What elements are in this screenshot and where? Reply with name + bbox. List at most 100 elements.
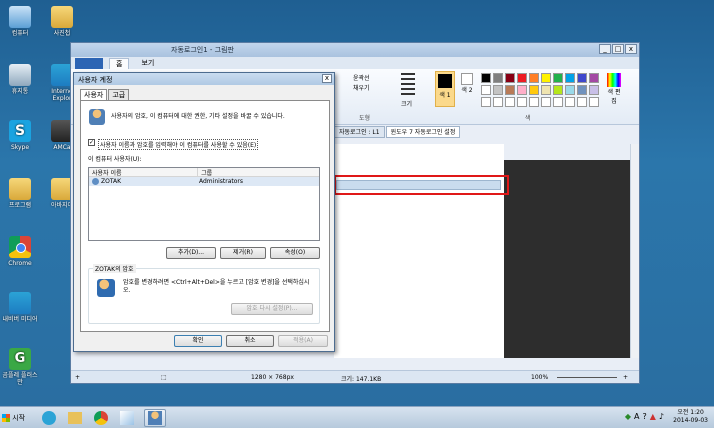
color-swatch[interactable] xyxy=(505,97,515,107)
color-swatch[interactable] xyxy=(577,85,587,95)
internet-explorer-icon xyxy=(42,411,56,425)
red-highlight-box xyxy=(334,175,509,195)
color-swatch[interactable] xyxy=(505,73,515,83)
dialog-titlebar[interactable]: 사용자 계정 x xyxy=(74,73,334,85)
color-swatch[interactable] xyxy=(553,97,563,107)
desktop-icon-label: Chrome xyxy=(8,260,32,267)
color-swatch[interactable] xyxy=(577,97,587,107)
edit-colors-button[interactable]: 색 편집 xyxy=(605,73,623,107)
properties-button[interactable]: 속성(O) xyxy=(270,247,320,259)
start-button[interactable]: 시작 xyxy=(2,410,30,426)
size-icon[interactable] xyxy=(401,73,415,95)
window-controls: _ □ x xyxy=(599,44,637,54)
zoom-in-icon[interactable]: + xyxy=(623,374,628,381)
desktop-icon-programs[interactable]: 프로그램 xyxy=(0,178,40,209)
color-swatch[interactable] xyxy=(493,97,503,107)
color-swatch[interactable] xyxy=(565,97,575,107)
color2-button[interactable]: 색 2 xyxy=(459,73,475,107)
color-swatch[interactable] xyxy=(541,73,551,83)
desktop-icon-photos[interactable]: 사진첩 xyxy=(42,6,82,37)
chrome-icon xyxy=(94,411,108,425)
color-swatch[interactable] xyxy=(541,97,551,107)
color-swatch[interactable] xyxy=(481,97,491,107)
network-icon[interactable]: ◆ xyxy=(625,412,631,421)
reset-password-button[interactable]: 암호 다시 설정(P)... xyxy=(231,303,313,315)
color1-button[interactable]: 색 1 xyxy=(435,71,455,107)
system-tray: ◆ A ? ▲ ♪ xyxy=(625,412,664,421)
desktop-icon-recycle-bin[interactable]: 휴지통 xyxy=(0,64,40,95)
skype-icon: S xyxy=(9,120,31,142)
desktop-icon-gom[interactable]: G 곰플레 플러스만 xyxy=(0,348,40,386)
screenshot-browser-tabs: 자동로그인 : L1 윈도우 7 자동로그인 설정 xyxy=(334,126,461,138)
zoom-slider[interactable] xyxy=(557,377,617,378)
color-swatch[interactable] xyxy=(493,73,503,83)
taskbar-paint[interactable] xyxy=(116,409,138,427)
clock[interactable]: 오전 1:20 2014-09-03 xyxy=(673,409,708,425)
color-swatch[interactable] xyxy=(517,85,527,95)
color-swatch[interactable] xyxy=(589,73,599,83)
flag-icon[interactable]: ▲ xyxy=(650,412,656,421)
color-swatch[interactable] xyxy=(517,97,527,107)
maximize-icon[interactable]: □ xyxy=(612,44,624,54)
start-label: 시작 xyxy=(12,414,26,422)
users-icon xyxy=(89,109,105,125)
remove-user-button[interactable]: 제거(R) xyxy=(220,247,266,259)
color-swatch[interactable] xyxy=(529,97,539,107)
paint-menu-button[interactable] xyxy=(75,57,103,69)
outline-label[interactable]: 윤곽선 xyxy=(353,73,370,82)
color-swatch[interactable] xyxy=(553,73,563,83)
color-swatch[interactable] xyxy=(481,85,491,95)
ok-button[interactable]: 확인 xyxy=(174,335,222,347)
password-instructions: 암호를 변경하려면 <Ctrl+Alt+Del>을 누르고 [암호 변경]을 선… xyxy=(123,279,310,294)
paint-ribbon-tabs: 홈 보기 xyxy=(71,57,639,69)
color-swatch[interactable] xyxy=(481,73,491,83)
tab-view[interactable]: 보기 xyxy=(135,58,160,69)
taskbar-ie[interactable] xyxy=(38,409,60,427)
color-swatch[interactable] xyxy=(541,85,551,95)
add-user-button[interactable]: 추가(D)... xyxy=(166,247,216,259)
desktop-icon-media[interactable]: 내비버 미디어 xyxy=(0,292,40,323)
desktop-icon-computer[interactable]: 컴퓨터 xyxy=(0,6,40,37)
apply-button[interactable]: 적용(A) xyxy=(278,335,328,347)
close-icon[interactable]: x xyxy=(322,74,332,83)
tab-advanced[interactable]: 고급 xyxy=(108,89,130,100)
taskbar-user-accounts[interactable] xyxy=(144,409,166,427)
require-password-checkbox[interactable]: ✓ xyxy=(88,139,95,146)
vertical-scrollbar[interactable] xyxy=(630,144,639,358)
color-swatch[interactable] xyxy=(493,85,503,95)
cancel-button[interactable]: 취소 xyxy=(226,335,274,347)
color-swatch[interactable] xyxy=(529,85,539,95)
desktop-icon-chrome[interactable]: Chrome xyxy=(0,236,40,267)
color-swatch[interactable] xyxy=(589,97,599,107)
fill-label[interactable]: 채우기 xyxy=(353,83,370,92)
volume-icon[interactable]: ♪ xyxy=(659,412,664,421)
taskbar-chrome[interactable] xyxy=(90,409,112,427)
help-icon[interactable]: ? xyxy=(642,412,646,421)
table-row[interactable]: ZOTAK Administrators xyxy=(89,177,319,186)
tab-home[interactable]: 홈 xyxy=(109,57,130,69)
clock-date: 2014-09-03 xyxy=(673,417,708,424)
tab-users[interactable]: 사용자 xyxy=(80,89,108,100)
color-swatch[interactable] xyxy=(565,73,575,83)
color-swatch[interactable] xyxy=(565,85,575,95)
color-swatch[interactable] xyxy=(529,73,539,83)
color-swatch[interactable] xyxy=(505,85,515,95)
desktop-icon-skype[interactable]: S Skype xyxy=(0,120,40,151)
users-list[interactable]: 사용자 이름 그룹 ZOTAK Administrators xyxy=(88,167,320,241)
paint-titlebar[interactable]: 자동로그인1 - 그림판 _ □ x xyxy=(71,43,639,57)
file-size: 크기: 147.1KB xyxy=(341,376,382,383)
color-swatch[interactable] xyxy=(553,85,563,95)
column-header-group[interactable]: 그룹 xyxy=(198,168,319,177)
folder-icon xyxy=(9,178,31,200)
color-swatch[interactable] xyxy=(517,73,527,83)
column-header-username[interactable]: 사용자 이름 xyxy=(89,168,199,177)
user-password-icon xyxy=(97,279,115,297)
browser-tab: 자동로그인 : L1 xyxy=(334,126,385,138)
dialog-intro-text: 사용자의 암호, 이 컴퓨터에 대한 권한, 기타 설정을 바꿀 수 있습니다. xyxy=(111,113,285,120)
minimize-icon[interactable]: _ xyxy=(599,44,611,54)
color-swatch[interactable] xyxy=(589,85,599,95)
language-indicator[interactable]: A xyxy=(634,412,639,421)
color-swatch[interactable] xyxy=(577,73,587,83)
taskbar-explorer[interactable] xyxy=(64,409,86,427)
close-icon[interactable]: x xyxy=(625,44,637,54)
